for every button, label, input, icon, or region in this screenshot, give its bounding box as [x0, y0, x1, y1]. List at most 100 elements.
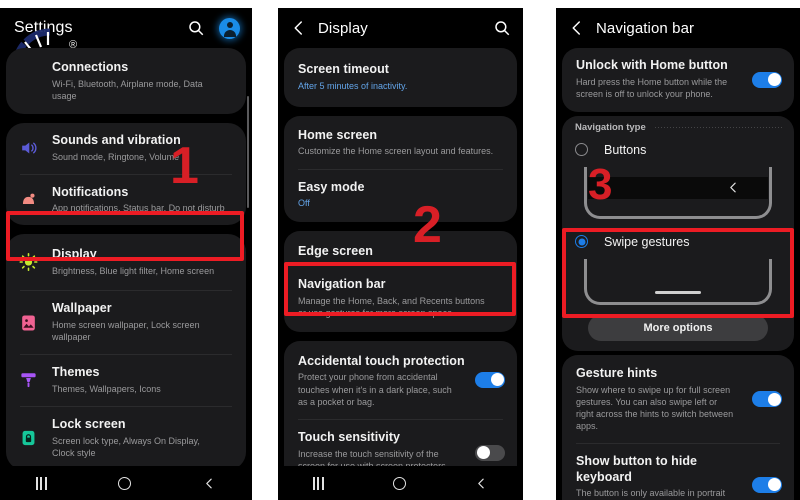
row-title: Gesture hints: [576, 365, 658, 380]
list-item-accidental-touch-protection[interactable]: Accidental touch protection Protect your…: [284, 341, 517, 419]
search-icon[interactable]: [187, 19, 205, 37]
row-title: Connections: [52, 60, 129, 74]
page-title: Display: [318, 19, 368, 37]
settings-group-sound-notif: Sounds and vibration Sound mode, Rington…: [6, 122, 246, 226]
scrollbar[interactable]: [246, 96, 249, 208]
row-title: Display: [52, 247, 97, 262]
dotted-divider: [653, 126, 782, 128]
more-options-button[interactable]: More options: [588, 314, 768, 341]
sidebar-item-sounds-and-vibration[interactable]: Sounds and vibration Sound mode, Rington…: [6, 123, 246, 174]
recents-icon[interactable]: [35, 476, 47, 490]
row-title: Lock screen: [52, 416, 126, 431]
row-title: Easy mode: [298, 179, 365, 194]
row-subtitle: Show where to swipe up for full screen g…: [576, 384, 734, 431]
display-group-timeout: Screen timeout After 5 minutes of inacti…: [284, 48, 517, 107]
row-title: Accidental touch protection: [298, 353, 465, 368]
show-hide-keyboard-button-toggle[interactable]: [752, 476, 782, 493]
row-subtitle: App notifications, Status bar, Do not di…: [52, 203, 225, 214]
sidebar-item-display[interactable]: Display Brightness, Blue light filter, H…: [6, 234, 246, 290]
speaker-icon: [19, 139, 38, 158]
list-item-home-screen[interactable]: Home screen Customize the Home screen la…: [284, 116, 517, 169]
radio-swipe-gestures-icon[interactable]: [575, 235, 588, 249]
list-item-easy-mode[interactable]: Easy mode Off: [284, 170, 517, 223]
radio-buttons-icon[interactable]: [575, 143, 588, 157]
brightness-sun-icon: [19, 253, 38, 272]
home-icon[interactable]: [118, 476, 132, 490]
recents-icon[interactable]: [312, 476, 324, 490]
display-group-touch: Accidental touch protection Protect your…: [284, 340, 517, 486]
radio-option-swipe-gestures[interactable]: Swipe gestures: [562, 225, 794, 253]
system-navigation-bar: [278, 466, 523, 500]
display-header: Display: [278, 8, 523, 48]
notification-icon: [19, 191, 38, 210]
phone-screen-display: Display Screen timeout After 5 minutes o…: [278, 8, 523, 500]
wallpaper-icon: [19, 313, 38, 332]
gesture-hints-toggle[interactable]: [752, 391, 782, 407]
navigation-bar-list[interactable]: Unlock with Home button Hard press the H…: [556, 48, 800, 500]
row-title: Navigation bar: [298, 276, 386, 291]
unlock-with-home-button-toggle[interactable]: [752, 71, 782, 88]
list-item-show-button-to-hide-keyboard[interactable]: Show button to hide keyboard The button …: [562, 444, 794, 500]
settings-list[interactable]: Connections Wi-Fi, Bluetooth, Airplane m…: [0, 48, 252, 500]
page-title: Navigation bar: [596, 19, 695, 37]
back-icon[interactable]: [475, 477, 488, 490]
row-subtitle: Wi-Fi, Bluetooth, Airplane mode, Data us…: [52, 78, 203, 101]
themes-brush-icon: [19, 371, 38, 390]
search-icon[interactable]: [493, 19, 511, 37]
gesture-settings-card: Gesture hints Show where to swipe up for…: [562, 354, 794, 500]
sidebar-item-lock-screen[interactable]: Lock screen Screen lock type, Always On …: [6, 407, 246, 470]
accidental-touch-protection-toggle[interactable]: [475, 371, 505, 388]
radio-option-buttons[interactable]: Buttons: [562, 137, 794, 161]
row-title: Show button to hide keyboard: [576, 454, 698, 484]
screenshot-root: Settings ® Connections Wi-Fi, Bluetooth,…: [0, 0, 800, 500]
buttons-navigation-preview: [584, 165, 772, 219]
sidebar-item-connections[interactable]: Connections Wi-Fi, Bluetooth, Airplane m…: [6, 48, 246, 114]
row-subtitle: Home screen wallpaper, Lock screen wallp…: [52, 319, 200, 342]
lock-screen-icon: [19, 429, 38, 448]
sidebar-item-notifications[interactable]: Notifications App notifications, Status …: [6, 175, 246, 226]
list-item-gesture-hints[interactable]: Gesture hints Show where to swipe up for…: [562, 355, 794, 443]
row-subtitle: Screen lock type, Always On Display, Clo…: [52, 435, 200, 458]
row-subtitle: Protect your phone from accidental touch…: [298, 372, 452, 407]
row-subtitle: Brightness, Blue light filter, Home scre…: [52, 266, 215, 277]
profile-avatar-icon[interactable]: [219, 17, 240, 39]
row-subtitle: Customize the Home screen layout and fea…: [298, 146, 494, 157]
row-title: Wallpaper: [52, 301, 112, 316]
display-group-home: Home screen Customize the Home screen la…: [284, 115, 517, 223]
phone-screen-settings: Settings ® Connections Wi-Fi, Bluetooth,…: [0, 8, 252, 500]
phone-screen-navigation-bar: Navigation bar Unlock with Home button H…: [556, 8, 800, 500]
home-icon[interactable]: [392, 476, 406, 490]
list-item-navigation-bar[interactable]: Navigation bar Manage the Home, Back, an…: [284, 271, 517, 332]
navigation-type-section-header: Navigation type: [562, 116, 794, 137]
option-label: Swipe gestures: [604, 234, 690, 249]
back-icon[interactable]: [203, 477, 216, 490]
back-chevron-icon[interactable]: [290, 19, 308, 37]
settings-header: Settings: [0, 8, 252, 48]
list-item-screen-timeout[interactable]: Screen timeout After 5 minutes of inacti…: [284, 48, 517, 107]
sidebar-item-wallpaper[interactable]: Wallpaper Home screen wallpaper, Lock sc…: [6, 291, 246, 354]
list-item-edge-screen[interactable]: Edge screen: [284, 231, 517, 271]
settings-group-display: Display Brightness, Blue light filter, H…: [6, 234, 246, 470]
system-navigation-bar: [0, 466, 252, 500]
unlock-home-button-card: Unlock with Home button Hard press the H…: [562, 48, 794, 112]
row-title: Home screen: [298, 127, 378, 142]
navigation-type-label: Navigation type: [575, 121, 646, 133]
row-title: Sounds and vibration: [52, 132, 181, 147]
list-item-unlock-with-home-button[interactable]: Unlock with Home button Hard press the H…: [562, 48, 794, 112]
row-subtitle: Manage the Home, Back, and Recents butto…: [298, 295, 485, 318]
row-subtitle: The button is only available in portrait…: [576, 488, 726, 499]
display-list[interactable]: Screen timeout After 5 minutes of inacti…: [278, 48, 523, 486]
row-title: Notifications: [52, 184, 129, 199]
row-title: Edge screen: [298, 244, 373, 259]
sidebar-item-themes[interactable]: Themes Themes, Wallpapers, Icons: [6, 355, 246, 406]
touch-sensitivity-toggle[interactable]: [475, 444, 505, 461]
navigation-type-card: Navigation type Buttons Swipe gestures M…: [562, 115, 794, 351]
swipe-gestures-preview: [584, 257, 772, 305]
row-title: Touch sensitivity: [298, 429, 401, 444]
preview-back-icon: [727, 181, 740, 194]
option-label: Buttons: [604, 142, 647, 157]
settings-group-connections: Connections Wi-Fi, Bluetooth, Airplane m…: [6, 48, 246, 114]
back-chevron-icon[interactable]: [568, 19, 586, 37]
row-subtitle: Sound mode, Ringtone, Volume: [52, 151, 180, 162]
row-subtitle: Hard press the Home button while the scr…: [576, 76, 728, 99]
